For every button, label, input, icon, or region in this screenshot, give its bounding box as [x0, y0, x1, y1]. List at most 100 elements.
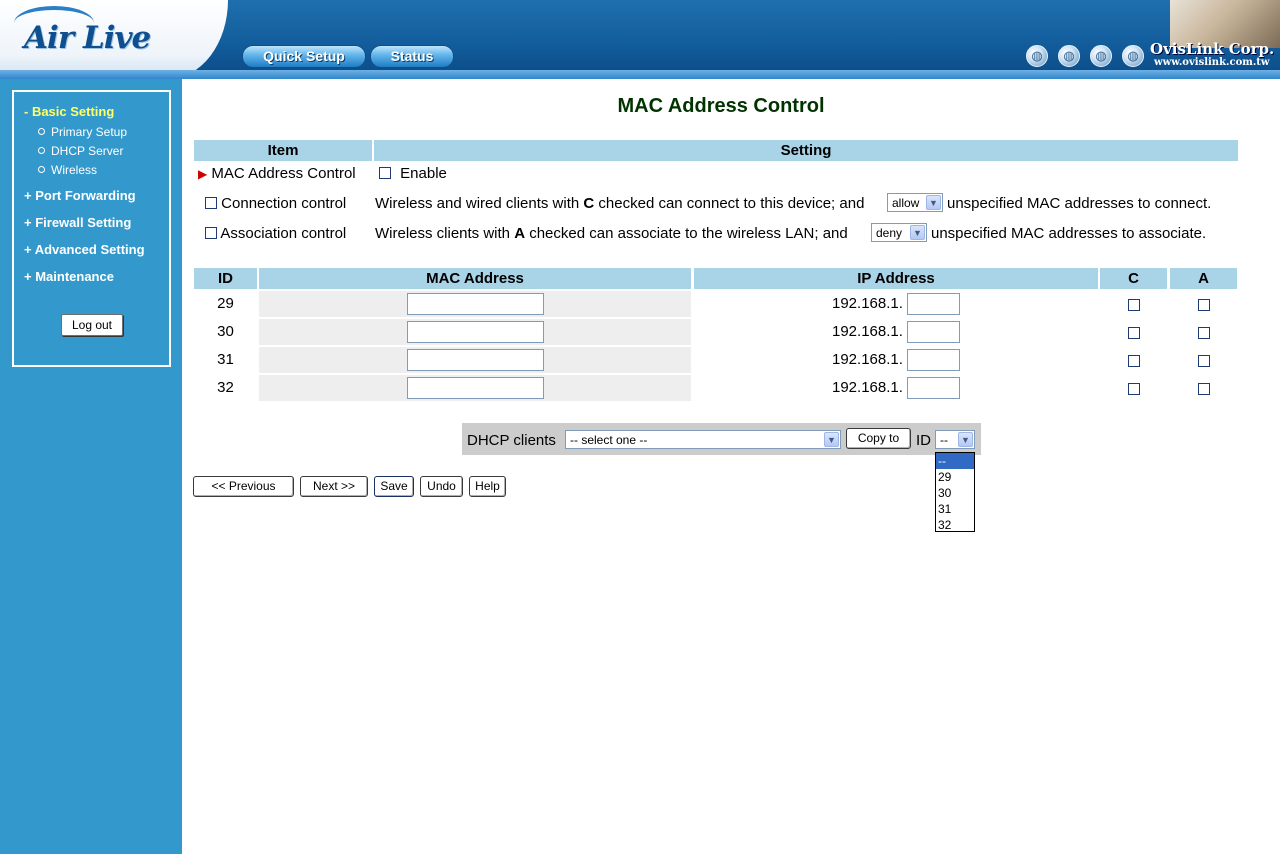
enable-label: Enable: [400, 165, 447, 182]
association-text: Wireless clients with: [375, 225, 515, 242]
mac-cell: [259, 375, 691, 401]
dhcp-clients-bar: DHCP clients -- select one -- ▼ Copy to …: [462, 423, 981, 455]
c-column-header: C: [1100, 268, 1167, 289]
sidebar-item-port-forwarding[interactable]: + Port Forwarding: [24, 188, 136, 203]
id-option[interactable]: 31: [936, 501, 974, 517]
ip-prefix: 192.168.1.: [832, 295, 903, 312]
a-column-header: A: [1170, 268, 1237, 289]
ip-column-header: IP Address: [694, 268, 1098, 289]
header-stripe: [0, 70, 1280, 79]
mac-column-header: MAC Address: [259, 268, 691, 289]
c-checkbox[interactable]: [1127, 383, 1140, 395]
save-button[interactable]: Save: [374, 476, 414, 497]
id-select[interactable]: -- ▼: [935, 430, 975, 449]
sidebar-item-maintenance[interactable]: + Maintenance: [24, 269, 114, 284]
next-button[interactable]: Next >>: [300, 476, 368, 497]
connection-text-end: unspecified MAC addresses to connect.: [947, 195, 1212, 212]
sidebar-item-firewall-setting[interactable]: + Firewall Setting: [24, 215, 131, 230]
sidebar-item-label: Primary Setup: [51, 125, 128, 139]
chevron-down-icon: ▼: [958, 432, 973, 447]
ip-cell: 192.168.1.: [694, 291, 1098, 317]
sidebar-item-basic-setting[interactable]: - Basic Setting: [24, 104, 114, 119]
airlive-logo: Air Live: [24, 20, 151, 56]
association-control-checkbox[interactable]: [205, 227, 217, 239]
row-id: 31: [217, 351, 234, 368]
a-checkbox[interactable]: [1197, 299, 1210, 311]
mac-address-input[interactable]: [407, 349, 544, 371]
connection-control-label: Connection control: [221, 195, 347, 212]
id-option[interactable]: 32: [936, 517, 974, 533]
a-cell: [1170, 325, 1237, 351]
c-checkbox[interactable]: [1127, 327, 1140, 339]
logout-button[interactable]: Log out: [61, 314, 123, 336]
c-cell: [1100, 325, 1167, 351]
association-policy-value: deny: [876, 226, 903, 240]
association-control-row: Association control: [205, 225, 346, 242]
previous-button[interactable]: << Previous: [193, 476, 294, 497]
mac-control-row: ▶ MAC Address Control: [198, 165, 356, 182]
a-cell: [1170, 381, 1237, 407]
sidebar-item-advanced-setting[interactable]: + Advanced Setting: [24, 242, 145, 257]
globe-icon: ◍: [1122, 45, 1144, 67]
connection-policy-select[interactable]: allow ▼: [887, 193, 943, 212]
row-id: 29: [217, 295, 234, 312]
c-checkbox[interactable]: [1127, 299, 1140, 311]
help-button[interactable]: Help: [469, 476, 506, 497]
mac-address-input[interactable]: [407, 321, 544, 343]
id-dropdown-list: -- 29 30 31 32: [935, 452, 975, 532]
connection-control-description: Wireless and wired clients with C checke…: [375, 195, 864, 212]
a-checkbox[interactable]: [1197, 327, 1210, 339]
globe-icon: ◍: [1058, 45, 1080, 67]
a-checkbox[interactable]: [1197, 383, 1210, 395]
c-cell: [1100, 297, 1167, 323]
chevron-down-icon: ▼: [910, 225, 925, 240]
c-checkbox[interactable]: [1127, 355, 1140, 367]
mac-address-input[interactable]: [407, 377, 544, 399]
association-text: checked can associate to the wireless LA…: [525, 225, 848, 242]
sidebar-item-dhcp-server[interactable]: DHCP Server: [38, 144, 123, 158]
globe-icon: ◍: [1026, 45, 1048, 67]
bullet-icon: [38, 147, 45, 154]
sidebar-item-wireless[interactable]: Wireless: [38, 163, 97, 177]
quick-setup-button[interactable]: Quick Setup: [242, 45, 366, 68]
bullet-icon: [38, 128, 45, 135]
chevron-down-icon: ▼: [926, 195, 941, 210]
id-option[interactable]: --: [936, 453, 974, 469]
connection-control-checkbox[interactable]: [205, 197, 217, 209]
mac-address-input[interactable]: [407, 293, 544, 315]
sidebar: - Basic Setting Primary Setup DHCP Serve…: [0, 79, 182, 854]
mac-control-enable: Enable: [379, 165, 447, 182]
chevron-down-icon: ▼: [824, 432, 839, 447]
ip-octet-input[interactable]: [907, 293, 960, 315]
a-checkbox[interactable]: [1197, 355, 1210, 367]
row-id: 30: [217, 323, 234, 340]
id-option[interactable]: 29: [936, 469, 974, 485]
association-text-bold: A: [514, 225, 526, 242]
undo-button[interactable]: Undo: [420, 476, 463, 497]
brand-url: www.ovislink.com.tw: [1154, 57, 1270, 68]
ip-prefix: 192.168.1.: [832, 379, 903, 396]
c-cell: [1100, 381, 1167, 407]
setting-column-header: Setting: [374, 140, 1238, 161]
status-button[interactable]: Status: [370, 45, 454, 68]
connection-text: checked can connect to this device; and: [594, 195, 865, 212]
ip-octet-input[interactable]: [907, 349, 960, 371]
ip-cell: 192.168.1.: [694, 375, 1098, 401]
dhcp-clients-value: -- select one --: [570, 433, 648, 447]
association-policy-select[interactable]: deny ▼: [871, 223, 927, 242]
id-option[interactable]: 30: [936, 485, 974, 501]
globe-icon: ◍: [1090, 45, 1112, 67]
ip-octet-input[interactable]: [907, 377, 960, 399]
id-select-value: --: [940, 433, 948, 447]
sidebar-item-primary-setup[interactable]: Primary Setup: [38, 125, 127, 139]
dhcp-clients-select[interactable]: -- select one -- ▼: [565, 430, 841, 449]
copy-to-button[interactable]: Copy to: [846, 428, 911, 449]
association-control-label: Association control: [220, 225, 347, 242]
ip-prefix: 192.168.1.: [832, 323, 903, 340]
connection-control-row: Connection control: [205, 195, 346, 212]
ip-octet-input[interactable]: [907, 321, 960, 343]
sidebar-item-label: Wireless: [51, 163, 98, 177]
ip-cell: 192.168.1.: [694, 347, 1098, 373]
enable-checkbox[interactable]: [379, 167, 391, 179]
connection-text-bold: C: [583, 195, 595, 212]
